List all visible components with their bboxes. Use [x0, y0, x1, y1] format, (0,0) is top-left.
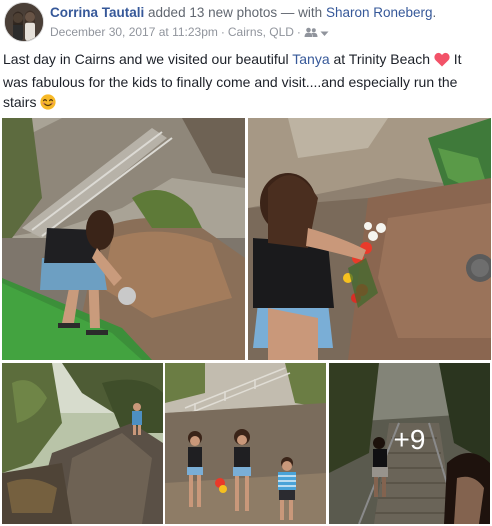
smile-emoji-icon — [40, 94, 56, 115]
post-text-part1: Last day in Cairns and we visited our be… — [3, 51, 293, 67]
meta-separator: · — [220, 25, 225, 39]
with-prefix: — with — [280, 5, 323, 20]
post-header: Corrina Tautali added 13 new photos — wi… — [0, 0, 492, 44]
post-meta: December 30, 2017 at 11:23pm · Cairns, QLD… — [50, 25, 329, 40]
friends-icon[interactable] — [304, 26, 318, 40]
heart-emoji-icon — [434, 52, 450, 72]
photo-2[interactable] — [248, 118, 491, 360]
post-location[interactable]: Cairns, QLD — [228, 25, 294, 39]
photo-5[interactable]: +9 — [329, 363, 490, 524]
tagged-suffix: . — [432, 5, 437, 20]
photo-4[interactable] — [165, 363, 326, 524]
post-timestamp[interactable]: December 30, 2017 at 11:23pm — [50, 25, 218, 39]
photo-3[interactable] — [2, 363, 163, 524]
post-action: added 13 new photos — [148, 5, 278, 20]
chevron-down-icon[interactable] — [320, 26, 329, 40]
author-name[interactable]: Corrina Tautali — [50, 5, 144, 20]
post-text-tag[interactable]: Tanya — [292, 51, 329, 67]
post-text-part2: at Trinity Beach — [329, 51, 434, 67]
more-photos-count[interactable]: +9 — [394, 424, 426, 456]
meta-separator: · — [296, 25, 301, 39]
more-photos-overlay[interactable]: +9 — [329, 363, 490, 524]
author-avatar[interactable] — [4, 2, 44, 42]
photo-1[interactable] — [2, 118, 245, 360]
post-headline: Corrina Tautali added 13 new photos — wi… — [50, 5, 436, 20]
tagged-person[interactable]: Sharon Roneberg — [326, 5, 433, 20]
post-text: Last day in Cairns and we visited our be… — [3, 49, 487, 115]
